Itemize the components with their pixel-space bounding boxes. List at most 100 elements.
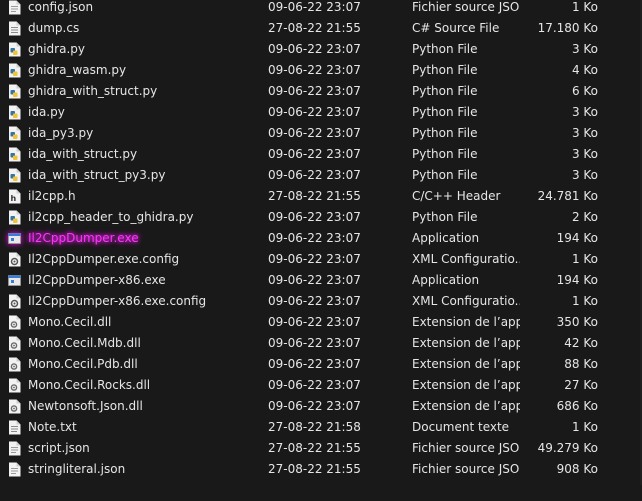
- file-type: Extension de l’app...: [412, 399, 520, 413]
- file-modified-date: 09-06-22 23:07: [268, 105, 361, 119]
- file-size: 3 Ko: [571, 147, 598, 161]
- file-modified-date: 09-06-22 23:07: [268, 231, 361, 245]
- dll-file-icon: [8, 357, 21, 372]
- python-file-icon: [8, 168, 21, 183]
- file-name: ghidra_with_struct.py: [28, 84, 158, 98]
- file-type: Fichier source JSON: [412, 0, 520, 14]
- file-modified-date: 09-06-22 23:07: [268, 0, 361, 14]
- file-name: ida_py3.py: [28, 126, 94, 140]
- file-row[interactable]: Mono.Cecil.Mdb.dll 09-06-22 23:07 Extensio…: [0, 333, 642, 354]
- bottom-bar: [0, 485, 642, 501]
- file-name: Il2CppDumper.exe.config: [28, 252, 180, 266]
- dll-file-icon: [8, 336, 21, 351]
- file-modified-date: 09-06-22 23:07: [268, 273, 361, 287]
- file-row[interactable]: Il2CppDumper.exe 09-06-22 23:07 Applicatio…: [0, 228, 642, 249]
- file-row[interactable]: ida_py3.py 09-06-22 23:07 Python File 3 Ko: [0, 123, 642, 144]
- file-row[interactable]: ghidra_with_struct.py 09-06-22 23:07 Pytho…: [0, 81, 642, 102]
- file-name: Il2CppDumper-x86.exe: [28, 273, 166, 287]
- file-type: Python File: [412, 210, 478, 224]
- file-modified-date: 09-06-22 23:07: [268, 147, 361, 161]
- file-type: Application: [412, 273, 480, 287]
- file-type: Extension de l’app...: [412, 336, 520, 350]
- file-modified-date: 09-06-22 23:07: [268, 336, 361, 350]
- file-type: Document texte: [412, 420, 510, 434]
- file-name: ida_with_struct.py: [28, 147, 138, 161]
- file-name: Mono.Cecil.Pdb.dll: [28, 357, 138, 371]
- dll-file-icon: [8, 315, 21, 330]
- file-row[interactable]: h il2cpp.h 27-08-22 21:55 C/C++ Header 24.78…: [0, 186, 642, 207]
- file-type: Python File: [412, 147, 478, 161]
- file-size: 194 Ko: [556, 273, 598, 287]
- file-size: 24.781 Ko: [537, 189, 598, 203]
- json-file-icon: [8, 462, 21, 477]
- file-name: Note.txt: [28, 420, 77, 434]
- file-modified-date: 09-06-22 23:07: [268, 399, 361, 413]
- file-size: 3 Ko: [571, 168, 598, 182]
- file-name: Mono.Cecil.Mdb.dll: [28, 336, 141, 350]
- file-size: 88 Ko: [564, 357, 598, 371]
- file-name: ida_with_struct_py3.py: [28, 168, 166, 182]
- file-type: Python File: [412, 168, 478, 182]
- file-row[interactable]: dump.cs 27-08-22 21:55 C# Source File 17.18…: [0, 18, 642, 39]
- file-row[interactable]: ida_with_struct_py3.py 09-06-22 23:07 Pyth…: [0, 165, 642, 186]
- file-row[interactable]: Mono.Cecil.dll 09-06-22 23:07 Extension de…: [0, 312, 642, 333]
- file-type: XML Configuratio...: [412, 294, 520, 308]
- file-row[interactable]: Il2CppDumper.exe.config 09-06-22 23:07 XML…: [0, 249, 642, 270]
- file-type: Fichier source JSON: [412, 441, 520, 455]
- file-size: 49.279 Ko: [537, 441, 598, 455]
- file-size: 27 Ko: [564, 378, 598, 392]
- file-size: 194 Ko: [556, 231, 598, 245]
- file-type: Extension de l’app...: [412, 315, 520, 329]
- text-file-icon: [8, 420, 21, 435]
- file-row[interactable]: ida_with_struct.py 09-06-22 23:07 Python F…: [0, 144, 642, 165]
- file-row[interactable]: config.json 09-06-22 23:07 Fichier source …: [0, 0, 642, 18]
- file-row[interactable]: Mono.Cecil.Rocks.dll 09-06-22 23:07 Extens…: [0, 375, 642, 396]
- file-row[interactable]: ida.py 09-06-22 23:07 Python File 3 Ko: [0, 102, 642, 123]
- file-name: ida.py: [28, 105, 65, 119]
- svg-text:h: h: [11, 194, 17, 203]
- file-row[interactable]: script.json 27-08-22 21:55 Fichier source …: [0, 438, 642, 459]
- file-size: 1 Ko: [571, 0, 598, 14]
- file-row[interactable]: Note.txt 27-08-22 21:58 Document texte 1 Ko: [0, 417, 642, 438]
- python-file-icon: [8, 210, 21, 225]
- csharp-file-icon: [8, 21, 21, 36]
- application-icon: [8, 231, 21, 246]
- file-modified-date: 09-06-22 23:07: [268, 252, 361, 266]
- file-row[interactable]: il2cpp_header_to_ghidra.py 09-06-22 23:07…: [0, 207, 642, 228]
- file-name: il2cpp.h: [28, 189, 76, 203]
- application-icon: [8, 273, 21, 288]
- file-modified-date: 09-06-22 23:07: [268, 42, 361, 56]
- file-row[interactable]: Mono.Cecil.Pdb.dll 09-06-22 23:07 Extensio…: [0, 354, 642, 375]
- python-file-icon: [8, 84, 21, 99]
- file-size: 1 Ko: [571, 420, 598, 434]
- dll-file-icon: [8, 378, 21, 393]
- file-modified-date: 09-06-22 23:07: [268, 210, 361, 224]
- file-type: Python File: [412, 63, 478, 77]
- file-row[interactable]: Newtonsoft.Json.dll 09-06-22 23:07 Extensi…: [0, 396, 642, 417]
- file-type: Application: [412, 231, 480, 245]
- file-modified-date: 09-06-22 23:07: [268, 315, 361, 329]
- dll-file-icon: [8, 399, 21, 414]
- file-modified-date: 09-06-22 23:07: [268, 63, 361, 77]
- file-name: Il2CppDumper.exe: [28, 231, 139, 245]
- file-name: Mono.Cecil.Rocks.dll: [28, 378, 151, 392]
- file-size: 2 Ko: [571, 210, 598, 224]
- file-type: Fichier source JSON: [412, 462, 520, 476]
- file-modified-date: 27-08-22 21:55: [268, 462, 361, 476]
- python-file-icon: [8, 105, 21, 120]
- config-file-icon: [8, 294, 21, 309]
- file-name: Mono.Cecil.dll: [28, 315, 112, 329]
- file-row[interactable]: stringliteral.json 27-08-22 21:55 Fichier …: [0, 459, 642, 480]
- json-file-icon: [8, 441, 21, 456]
- file-modified-date: 09-06-22 23:07: [268, 294, 361, 308]
- file-row[interactable]: ghidra.py 09-06-22 23:07 Python File 3 Ko: [0, 39, 642, 60]
- file-type: C# Source File: [412, 21, 500, 35]
- file-list: config.json 09-06-22 23:07 Fichier source …: [0, 0, 642, 480]
- file-modified-date: 09-06-22 23:07: [268, 357, 361, 371]
- file-row[interactable]: Il2CppDumper-x86.exe 09-06-22 23:07 Applic…: [0, 270, 642, 291]
- python-file-icon: [8, 147, 21, 162]
- file-row[interactable]: Il2CppDumper-x86.exe.config 09-06-22 23:0…: [0, 291, 642, 312]
- file-type: Extension de l’app...: [412, 378, 520, 392]
- file-row[interactable]: ghidra_wasm.py 09-06-22 23:07 Python File 4…: [0, 60, 642, 81]
- file-size: 350 Ko: [556, 315, 598, 329]
